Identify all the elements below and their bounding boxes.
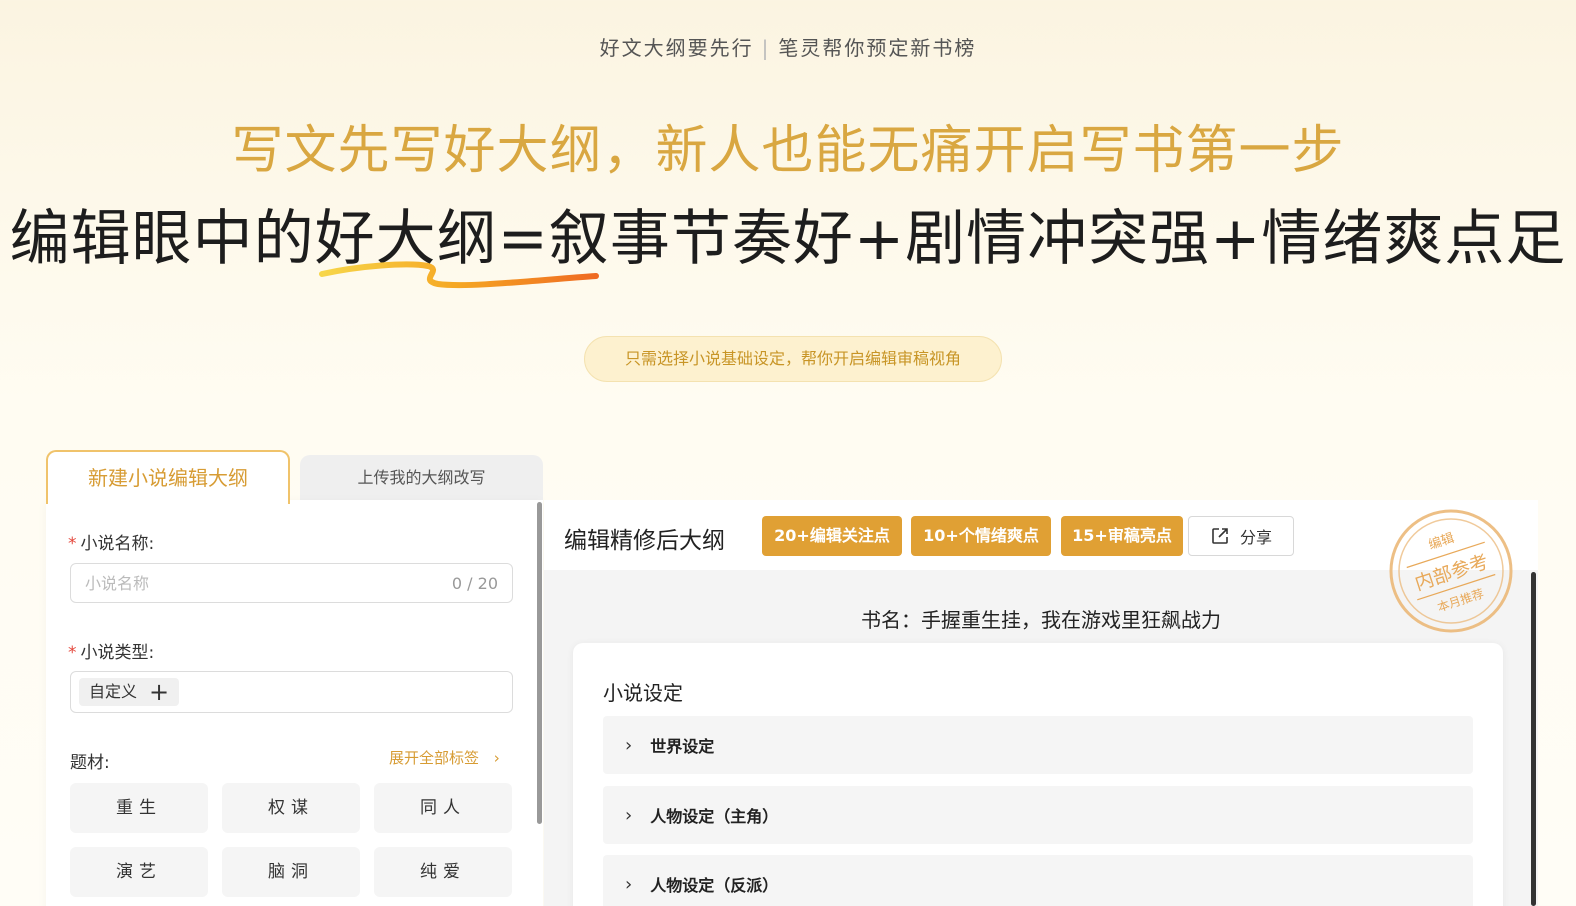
form-scrollbar[interactable] [537,502,542,824]
type-chip-custom[interactable]: 自定义 + [79,678,180,706]
settings-card-title: 小说设定 [603,681,683,705]
chevron-right-icon: › [625,804,633,826]
plus-icon[interactable]: + [149,680,169,704]
novel-name-label: * 小说名称: [68,534,155,554]
required-mark: * [68,643,77,663]
novel-type-label: * 小说类型: [68,643,155,663]
accordion-label: 人物设定（反派） [650,876,779,895]
type-chip-label: 自定义 [89,682,138,701]
badge-emotion-points: 10+个情绪爽点 [911,516,1051,556]
tag-rebirth[interactable]: 重生 [70,783,208,833]
hero-tagline: 好文大纲要先行 | 笔灵帮你预定新书榜 [0,32,1576,61]
novel-type-field[interactable]: 自定义 + [70,671,513,713]
badge-editor-focus: 20+编辑关注点 [762,516,902,556]
accordion-world-setting[interactable]: › 世界设定 [603,716,1473,774]
tagline-right: 笔灵帮你预定新书榜 [778,36,977,60]
chevron-right-icon: › [493,749,500,767]
novel-name-field[interactable]: 0 / 20 [70,563,513,603]
required-mark: * [68,534,77,554]
preview-scrollbar[interactable] [1531,572,1536,906]
stamp-top: 编辑 [1427,531,1456,553]
headline-gold: 写文先写好大纲，新人也能无痛开启写书第一步 [231,121,1345,181]
share-label: 分享 [1239,528,1272,547]
subject-label: 题材: [70,753,110,773]
preview-title: 编辑精修后大纲 [564,528,725,554]
accordion-antagonist[interactable]: › 人物设定（反派） [603,855,1473,906]
accordion-protagonist[interactable]: › 人物设定（主角） [603,786,1473,844]
chevron-right-icon: › [625,873,633,895]
tagline-left: 好文大纲要先行 [599,36,754,60]
tagline-separator: | [761,36,771,60]
novel-name-input[interactable] [71,564,411,602]
accordion-label: 世界设定 [650,737,715,756]
tag-brainstorm[interactable]: 脑洞 [222,847,360,897]
tab-upload-outline[interactable]: 上传我的大纲改写 [300,455,543,501]
hint-pill: 只需选择小说基础设定，帮你开启编辑审稿视角 [584,336,1002,382]
tag-fanfic[interactable]: 同人 [374,783,512,833]
tab-new-outline[interactable]: 新建小说编辑大纲 [46,450,290,504]
tag-pure-love[interactable]: 纯爱 [374,847,512,897]
tag-intrigue[interactable]: 权谋 [222,783,360,833]
tag-showbiz[interactable]: 演艺 [70,847,208,897]
brush-underline-decoration [319,261,599,289]
accordion-label: 人物设定（主角） [650,807,779,826]
share-button[interactable]: 分享 [1188,516,1294,556]
name-char-counter: 0 / 20 [451,574,498,593]
editor-stamp: 编辑 内部参考 本月推荐 [1389,509,1513,633]
expand-all-tags-link[interactable]: 展开全部标签 › [389,747,500,768]
stamp-bottom: 本月推荐 [1436,586,1486,614]
badge-review-highlights: 15+审稿亮点 [1061,516,1183,556]
share-icon [1212,528,1228,544]
headline-black: 编辑眼中的好大纲=叙事节奏好+剧情冲突强+情绪爽点足 [9,204,1567,274]
chevron-right-icon: › [625,734,633,756]
